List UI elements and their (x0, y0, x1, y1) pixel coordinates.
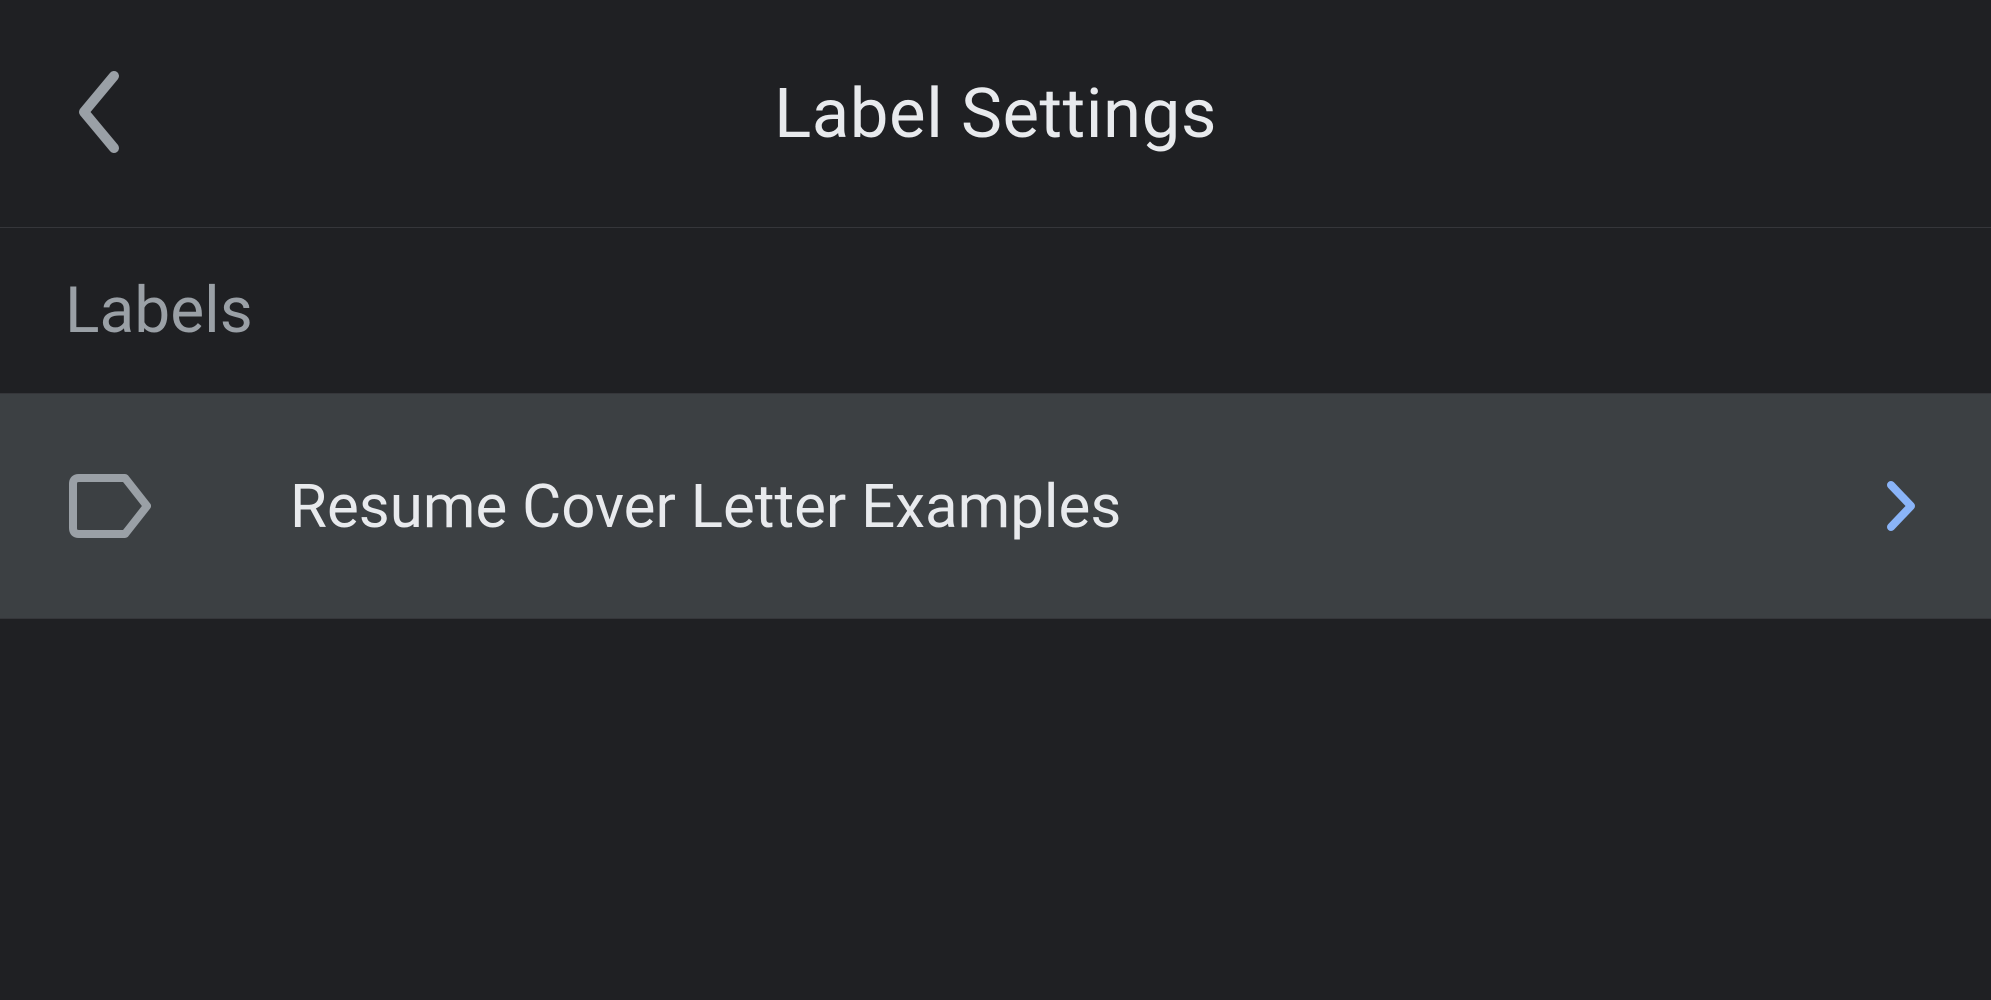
back-button[interactable] (67, 69, 127, 159)
section-header: Labels (0, 228, 1991, 394)
label-list-item[interactable]: Resume Cover Letter Examples (0, 394, 1991, 619)
label-icon (60, 456, 160, 556)
label-item-name: Resume Cover Letter Examples (290, 471, 1881, 542)
chevron-right-icon (1881, 476, 1921, 536)
page-title: Label Settings (70, 73, 1921, 154)
header: Label Settings (0, 0, 1991, 228)
section-header-text: Labels (65, 273, 253, 348)
chevron-left-icon (72, 68, 122, 160)
